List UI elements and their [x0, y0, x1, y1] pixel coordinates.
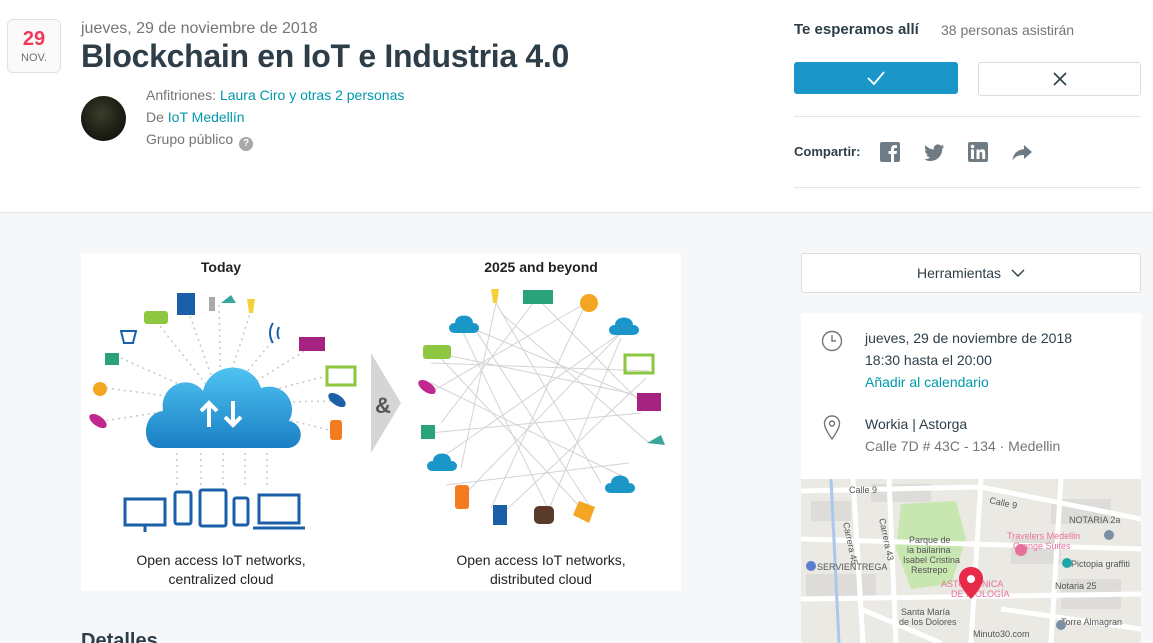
share-divider — [794, 187, 1141, 188]
event-when-time: 18:30 hasta el 20:00 — [865, 352, 992, 368]
car-icon — [423, 345, 451, 359]
map-label-minuto: Minuto30.com — [973, 629, 1030, 639]
cart-icon — [119, 330, 138, 344]
map-label-calle9a: Calle 9 — [849, 485, 877, 495]
share-label: Compartir: — [794, 144, 861, 159]
map-label-torre: Torre Almagran — [1061, 617, 1122, 627]
bag-icon — [177, 293, 195, 315]
clock-icon — [821, 330, 843, 352]
signal-icon — [269, 322, 280, 344]
hero-ampersand: & — [375, 393, 391, 418]
event-info-card: jueves, 29 de noviembre de 2018 18:30 ha… — [801, 313, 1141, 643]
pill-icon — [418, 379, 436, 395]
map-graphic: Calle 9 Calle 9 NOTARIA 2a Carrera 45 Ca… — [801, 479, 1141, 643]
pill-blue-icon — [328, 392, 346, 408]
rsvp-divider — [794, 116, 1141, 117]
details-heading: Detalles — [81, 630, 158, 643]
map-label-pictopia: Pictopia graffiti — [1071, 559, 1130, 569]
tools-label: Herramientas — [917, 265, 1002, 281]
cloud-icon — [145, 367, 301, 449]
hero-right-caption-2: distributed cloud — [490, 571, 592, 587]
jacket-icon — [93, 382, 107, 396]
from-label: De — [146, 109, 168, 125]
bulb-icon — [491, 289, 499, 303]
close-icon — [1052, 72, 1067, 86]
forklift-icon — [637, 393, 661, 411]
hero-left-caption-1: Open access IoT networks, — [136, 552, 305, 568]
cloud-small-icon — [449, 315, 479, 333]
event-hero-image[interactable]: Today 2025 and beyond Open access IoT ne… — [81, 253, 681, 591]
venue-name[interactable]: Workia | Astorga — [865, 416, 967, 432]
car-icon — [144, 311, 168, 324]
hero-left-title: Today — [201, 259, 241, 275]
rsvp-no-button[interactable] — [978, 62, 1141, 96]
hero-right-caption-1: Open access IoT networks, — [456, 552, 625, 568]
map-label-travelers1: Travelers Medellin — [1007, 531, 1080, 541]
hosts-line: Anfitriones: Laura Ciro y otras 2 person… — [146, 87, 404, 103]
rsvp-title: Te esperamos allí — [794, 21, 919, 38]
jacket-icon — [580, 294, 598, 312]
forklift-icon — [299, 337, 325, 351]
check-icon — [867, 71, 885, 86]
venue-map[interactable]: Calle 9 Calle 9 NOTARIA 2a Carrera 45 Ca… — [801, 479, 1141, 643]
hero-right-title: 2025 and beyond — [484, 259, 598, 275]
camera-icon — [647, 435, 665, 445]
date-badge-day: 29 — [22, 28, 46, 50]
page-title: Blockchain en IoT e Industria 4.0 — [81, 38, 570, 74]
share-arrow-icon[interactable] — [1011, 141, 1033, 163]
twitter-icon[interactable] — [923, 141, 945, 163]
bulb-icon — [247, 299, 255, 313]
date-badge: 29 NOV. — [7, 19, 61, 73]
group-type: Grupo público — [146, 131, 234, 147]
camera-icon — [221, 295, 236, 303]
facebook-icon[interactable] — [879, 141, 901, 163]
bag-icon — [493, 505, 507, 525]
rsvp-yes-button[interactable] — [794, 62, 958, 94]
cloud-small-icon — [605, 475, 635, 493]
chevron-down-icon — [1011, 269, 1025, 277]
cloud-small-icon — [427, 453, 457, 471]
group-type-line: Grupo público ? — [146, 131, 254, 151]
location-pin-icon — [823, 415, 841, 441]
group-link[interactable]: IoT Medellín — [168, 109, 245, 125]
iot-diagram: Today 2025 and beyond Open access IoT ne… — [89, 259, 665, 587]
tools-dropdown-button[interactable]: Herramientas — [801, 253, 1141, 293]
map-label-parque2: la bailarina — [907, 545, 951, 555]
event-header: 29 NOV. jueves, 29 de noviembre de 2018 … — [0, 0, 1153, 213]
venue-address: Calle 7D # 43C - 134 · Medellin — [865, 438, 1061, 454]
date-badge-month: NOV. — [21, 52, 47, 64]
map-label-parque4: Restrepo — [911, 565, 948, 575]
event-date: jueves, 29 de noviembre de 2018 — [81, 20, 318, 37]
map-label-servientrega: SERVIENTREGA — [817, 562, 887, 572]
monitor-icon — [325, 365, 357, 387]
cloud-small-icon — [609, 317, 639, 335]
map-label-clinica2: DE ICOLOGÍA — [951, 589, 1010, 599]
map-label-notaria25: Notaria 25 — [1055, 581, 1097, 591]
help-icon[interactable]: ? — [239, 137, 254, 151]
attendee-count[interactable]: 38 personas asistirán — [941, 22, 1074, 38]
hosts-link[interactable]: Laura Ciro y otras 2 personas — [220, 87, 404, 103]
group-line: De IoT Medellín — [146, 109, 245, 125]
map-label-notaria2a: NOTARIA 2a — [1069, 515, 1120, 525]
map-label-parque3: Isabel Cristina — [903, 555, 960, 565]
devices-icon — [123, 488, 305, 532]
add-calendar-link[interactable]: Añadir al calendario — [865, 374, 989, 390]
linkedin-icon[interactable] — [967, 141, 989, 163]
hosts-label: Anfitriones: — [146, 87, 220, 103]
bottle-icon — [455, 485, 469, 509]
map-label-santa1: Santa María — [901, 607, 950, 617]
bread-icon — [534, 506, 554, 524]
event-when-date: jueves, 29 de noviembre de 2018 — [865, 330, 1073, 346]
box-icon — [105, 353, 119, 365]
tag-icon — [573, 501, 595, 523]
map-label-parque1: Parque de — [909, 535, 951, 545]
pill-icon — [89, 413, 107, 429]
host-avatar[interactable] — [81, 96, 126, 141]
hero-left-caption-2: centralized cloud — [168, 571, 273, 587]
box-icon — [421, 425, 435, 439]
truck-icon — [523, 290, 553, 304]
map-label-santa2: de los Dolores — [899, 617, 957, 627]
bottle-icon — [330, 420, 342, 440]
